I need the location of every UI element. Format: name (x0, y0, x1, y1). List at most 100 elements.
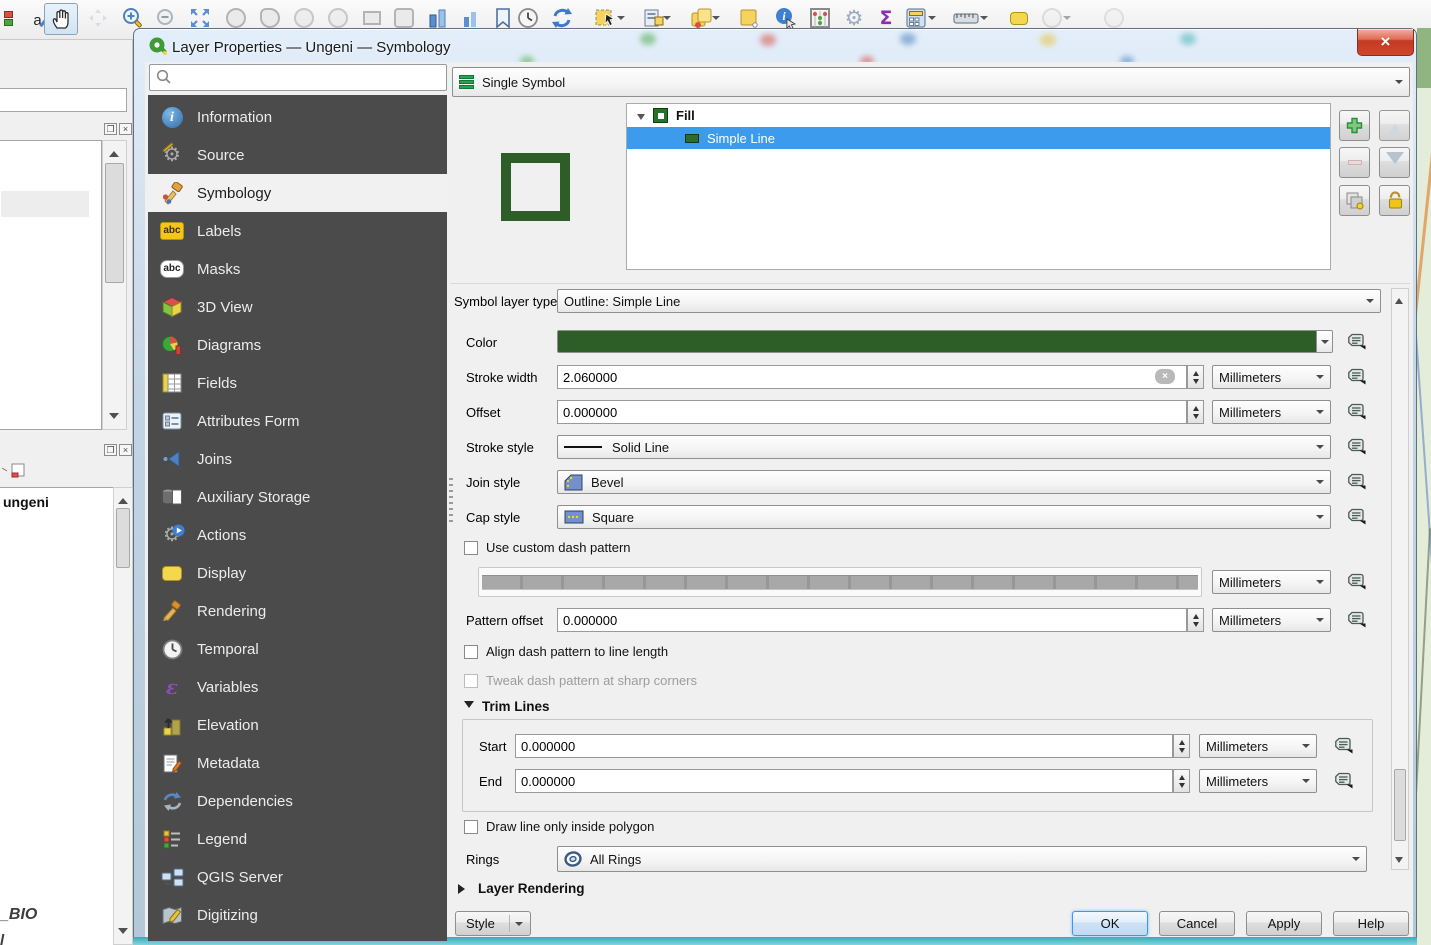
clear-value-icon[interactable]: × (1155, 369, 1175, 384)
apply-button[interactable]: Apply (1246, 911, 1322, 936)
trim-lines-header[interactable]: Trim Lines (464, 699, 550, 714)
cancel-button[interactable]: Cancel (1159, 911, 1235, 936)
move-up-button[interactable] (1379, 110, 1410, 141)
stroke-style-select[interactable]: Solid Line (557, 435, 1331, 459)
pan-map-tool-icon[interactable] (44, 3, 78, 35)
add-symbol-layer-button[interactable] (1339, 110, 1370, 141)
data-defined-override-button[interactable] (1344, 608, 1368, 631)
tree-row-fill[interactable]: Fill (627, 104, 1330, 127)
sidebar-item-information[interactable]: i Information (148, 98, 447, 136)
layers-scrollbar[interactable] (113, 487, 133, 945)
align-dash-checkbox[interactable] (464, 644, 478, 659)
search-input[interactable] (149, 64, 447, 91)
data-defined-override-button[interactable] (1331, 734, 1355, 757)
splitter-handle[interactable] (449, 478, 453, 522)
trim-start-input[interactable] (515, 734, 1173, 758)
sidebar-item-dependencies[interactable]: Dependencies (148, 782, 447, 820)
browser-tree[interactable] (0, 140, 102, 430)
sidebar-item-labels[interactable]: abc Labels (148, 212, 447, 250)
trim-end-input[interactable] (515, 769, 1173, 793)
stroke-width-spinner[interactable] (1187, 365, 1204, 389)
sidebar-item-temporal[interactable]: Temporal (148, 630, 447, 668)
sidebar-item-digitizing[interactable]: Digitizing (148, 896, 447, 934)
trim-end-unit-select[interactable]: Millimeters (1199, 769, 1317, 793)
sidebar-item-auxiliary-storage[interactable]: Auxiliary Storage (148, 478, 447, 516)
pattern-offset-input[interactable] (557, 608, 1187, 632)
data-defined-override-button[interactable] (1344, 505, 1368, 528)
pattern-offset-spinner[interactable] (1187, 608, 1204, 632)
data-defined-override-button[interactable] (1344, 470, 1368, 493)
use-custom-dash-checkbox[interactable] (464, 540, 478, 555)
panel-close-icon[interactable]: × (119, 123, 132, 135)
tree-row-simple-line[interactable]: Simple Line (627, 127, 1330, 149)
close-button[interactable]: × (1357, 29, 1414, 56)
offset-unit-select[interactable]: Millimeters (1212, 400, 1331, 424)
style-menu-button[interactable]: Style (455, 911, 531, 936)
stroke-width-unit-select[interactable]: Millimeters (1212, 365, 1331, 389)
lock-colors-button[interactable] (1379, 185, 1410, 216)
sidebar-item-attributes-form[interactable]: Attributes Form (148, 402, 447, 440)
sidebar-item-elevation[interactable]: Elevation (148, 706, 447, 744)
trim-end-spinner[interactable] (1173, 769, 1190, 793)
sidebar-item-joins[interactable]: Joins (148, 440, 447, 478)
calculator-dropdown-arrow[interactable] (928, 16, 936, 24)
scrollbar-thumb[interactable] (105, 163, 124, 283)
sidebar-item-symbology[interactable]: Symbology (148, 174, 447, 212)
data-defined-override-button[interactable] (1331, 769, 1355, 792)
symbol-layer-type-select[interactable]: Outline: Simple Line (557, 289, 1381, 313)
deselect-dropdown-arrow[interactable] (712, 16, 720, 24)
sidebar-item-actions[interactable]: ⚙ Actions (148, 516, 447, 554)
panel-close-icon[interactable]: × (119, 444, 132, 456)
sidebar-item-diagrams[interactable]: Diagrams (148, 326, 447, 364)
sidebar-item-display[interactable]: Display (148, 554, 447, 592)
trim-start-unit-select[interactable]: Millimeters (1199, 734, 1317, 758)
sidebar-item-metadata[interactable]: Metadata (148, 744, 447, 782)
join-style-select[interactable]: Bevel (557, 470, 1331, 494)
ok-button[interactable]: OK (1072, 911, 1148, 936)
panel-float-icon[interactable]: ❐ (104, 123, 117, 135)
data-defined-override-button[interactable] (1344, 570, 1368, 593)
remove-symbol-layer-button[interactable] (1339, 147, 1370, 178)
help-button[interactable]: Help (1333, 911, 1409, 936)
layers-toolbar-icon[interactable] (0, 462, 26, 483)
sidebar-item-rendering[interactable]: Rendering (148, 592, 447, 630)
browser-scrollbar[interactable] (102, 140, 127, 430)
renderer-select[interactable]: Single Symbol (452, 67, 1410, 97)
pattern-offset-unit-select[interactable]: Millimeters (1212, 608, 1331, 632)
dash-pattern-unit-select[interactable]: Millimeters (1212, 570, 1331, 594)
move-down-button[interactable] (1379, 147, 1410, 178)
data-defined-override-button[interactable] (1344, 365, 1368, 388)
measure-dropdown-arrow[interactable] (980, 16, 988, 24)
sidebar-item-legend[interactable]: Legend (148, 820, 447, 858)
sidebar-item-3d-view[interactable]: 3D View (148, 288, 447, 326)
sidebar-item-fields[interactable]: Fields (148, 364, 447, 402)
pan-to-selection-icon[interactable] (84, 4, 112, 32)
color-menu-button[interactable] (1316, 330, 1333, 353)
props-scrollbar[interactable] (1391, 288, 1409, 870)
scrollbar-thumb[interactable] (1394, 769, 1406, 841)
layer-rendering-header[interactable]: Layer Rendering (458, 881, 585, 896)
data-defined-override-button[interactable] (1344, 400, 1368, 423)
panel-float-icon[interactable]: ❐ (104, 444, 117, 456)
data-defined-override-button[interactable] (1344, 330, 1368, 353)
cap-style-select[interactable]: Square (557, 505, 1331, 529)
select-dropdown-arrow[interactable] (617, 16, 625, 24)
layer-item[interactable]: ungeni (0, 488, 114, 510)
sidebar-item-source[interactable]: ⚙ Source (148, 136, 447, 174)
color-swatch[interactable] (557, 330, 1317, 353)
sidebar-item-variables[interactable]: ε Variables (148, 668, 447, 706)
expander-icon[interactable] (637, 113, 645, 124)
duplicate-symbol-layer-button[interactable] (1339, 185, 1370, 216)
browser-filter-input[interactable] (0, 88, 127, 112)
data-defined-override-button[interactable] (1344, 435, 1368, 458)
sidebar-item-qgis-server[interactable]: QGIS Server (148, 858, 447, 896)
tweak-dash-checkbox[interactable] (464, 673, 478, 688)
layers-list[interactable]: ungeni (0, 487, 115, 945)
stroke-width-input[interactable] (557, 365, 1187, 389)
north-arrow-dropdown[interactable] (1063, 16, 1071, 24)
sidebar-item-masks[interactable]: abc Masks (148, 250, 447, 288)
layer-styling-icon[interactable] (0, 4, 22, 32)
offset-input[interactable] (557, 400, 1187, 424)
draw-inside-checkbox[interactable] (464, 819, 478, 834)
offset-spinner[interactable] (1187, 400, 1204, 424)
